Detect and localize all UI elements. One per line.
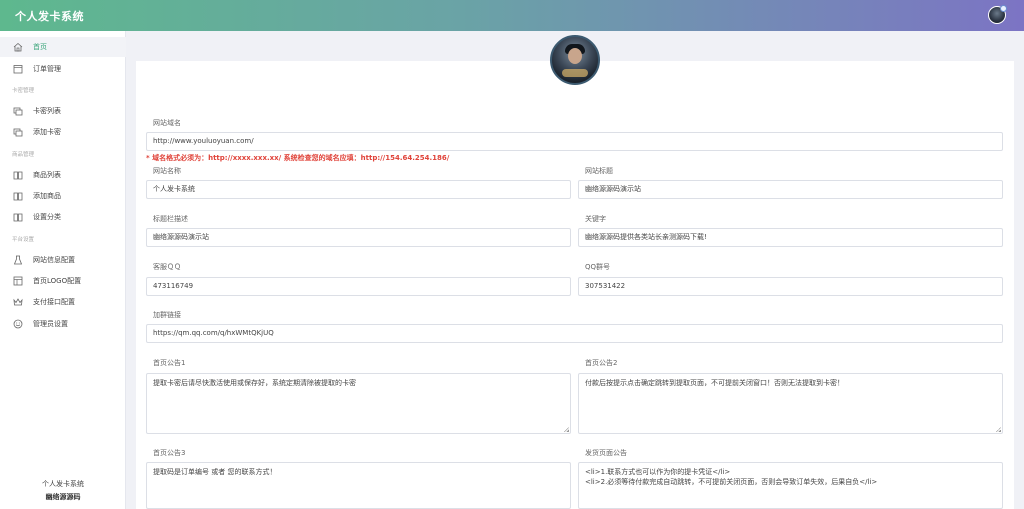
notice3-text: 提取码是订单编号 或者 您的联系方式！: [153, 468, 277, 476]
ship-notice-label: 发货页面公告: [585, 449, 627, 457]
sidebar: 首页 订单管理 卡密管理 卡密列表 添加卡密 商品管理 商品列表 添加商品 设置…: [0, 31, 126, 509]
flask-icon: [13, 255, 23, 265]
sidebar-item-orders[interactable]: 订单管理: [0, 59, 126, 79]
app-title: 个人发卡系统: [15, 10, 84, 23]
site-name-input[interactable]: 个人发卡系统: [146, 180, 571, 199]
ship-notice-textarea[interactable]: <li>1.联系方式也可以作为你的提卡凭证</li> <li>2.必须等待付款完…: [578, 462, 1003, 509]
profile-avatar: [550, 35, 600, 85]
keywords-input[interactable]: 幽络源源码提供各类站长亲测源码下载!: [578, 228, 1003, 247]
sidebar-item-site-info[interactable]: 网站信息配置: [0, 250, 126, 270]
join-link-input[interactable]: https://qm.qq.com/q/hxWMtQKjUQ: [146, 324, 1003, 343]
sidebar-item-add-product[interactable]: 添加商品: [0, 186, 126, 206]
order-icon: [13, 64, 23, 74]
category-icon: [13, 212, 23, 222]
cards-add-icon: [13, 127, 23, 137]
domain-input[interactable]: http://www.youluoyuan.com/: [146, 132, 1003, 151]
notice2-text: 付款后按提示点击确定跳转到提取页面，不可提前关闭窗口！否则无法提取到卡密！: [585, 379, 844, 387]
layout-icon: [13, 276, 23, 286]
site-name-label: 网站名称: [153, 167, 181, 175]
crown-icon: [13, 297, 23, 307]
sidebar-item-category[interactable]: 设置分类: [0, 207, 126, 227]
domain-notice: * 域名格式必须为：http://xxxx.xxx.xx/ 系统检查您的域名应填…: [146, 154, 450, 162]
desc-input[interactable]: 幽络源源码演示站: [146, 228, 571, 247]
notice3-textarea[interactable]: 提取码是订单编号 或者 您的联系方式！: [146, 462, 571, 509]
notice3-label: 首页公告3: [153, 449, 186, 457]
keywords-label: 关键字: [585, 215, 606, 223]
sidebar-item-payment[interactable]: 支付接口配置: [0, 292, 126, 312]
top-bar: 个人发卡系统: [0, 0, 1024, 31]
notification-badge[interactable]: [1000, 5, 1007, 12]
sidebar-item-card-list[interactable]: 卡密列表: [0, 101, 126, 121]
book-add-icon: [13, 191, 23, 201]
book-icon: [13, 170, 23, 180]
resize-grip-icon[interactable]: [996, 427, 1001, 432]
section-label-cards: 卡密管理: [12, 88, 35, 94]
section-label-products: 商品管理: [12, 152, 35, 158]
qq-label: 客服ＱＱ: [153, 263, 181, 271]
notice1-label: 首页公告1: [153, 359, 186, 367]
notice2-label: 首页公告2: [585, 359, 618, 367]
sidebar-footer-title: 个人发卡系统: [42, 480, 84, 488]
desc-label: 标题栏描述: [153, 215, 188, 223]
notice1-text: 提取卡密后请尽快激活使用或保存好，系统定期清除被提取的卡密: [153, 379, 356, 387]
sidebar-item-add-card[interactable]: 添加卡密: [0, 122, 126, 142]
sidebar-footer-subtitle: 幽络源源码: [45, 493, 81, 501]
qq-group-label: QQ群号: [585, 263, 611, 271]
sidebar-item-home[interactable]: 首页: [0, 37, 126, 57]
ship-notice-line1: <li>1.联系方式也可以作为你的提卡凭证</li>: [585, 468, 731, 476]
section-label-platform: 平台设置: [12, 237, 35, 243]
notice1-textarea[interactable]: 提取卡密后请尽快激活使用或保存好，系统定期清除被提取的卡密: [146, 373, 571, 434]
sidebar-item-admin[interactable]: 管理员设置: [0, 314, 126, 334]
resize-grip-icon[interactable]: [564, 427, 569, 432]
site-title-label: 网站标题: [585, 167, 613, 175]
qq-group-input[interactable]: 307531422: [578, 277, 1003, 296]
smile-icon: [13, 319, 23, 329]
site-title-input[interactable]: 幽络源源码演示站: [578, 180, 1003, 199]
notice2-textarea[interactable]: 付款后按提示点击确定跳转到提取页面，不可提前关闭窗口！否则无法提取到卡密！: [578, 373, 1003, 434]
domain-label: 网站域名: [153, 119, 181, 127]
cards-icon: [13, 106, 23, 116]
ship-notice-line2: <li>2.必须等待付款完成自动跳转，不可提前关闭页面，否则会导致订单失效，后果…: [585, 478, 878, 486]
home-icon: [13, 42, 23, 52]
sidebar-item-logo[interactable]: 首页LOGO配置: [0, 271, 126, 291]
qq-input[interactable]: 473116749: [146, 277, 571, 296]
sidebar-item-product-list[interactable]: 商品列表: [0, 165, 126, 185]
join-link-label: 加群链接: [153, 311, 181, 319]
